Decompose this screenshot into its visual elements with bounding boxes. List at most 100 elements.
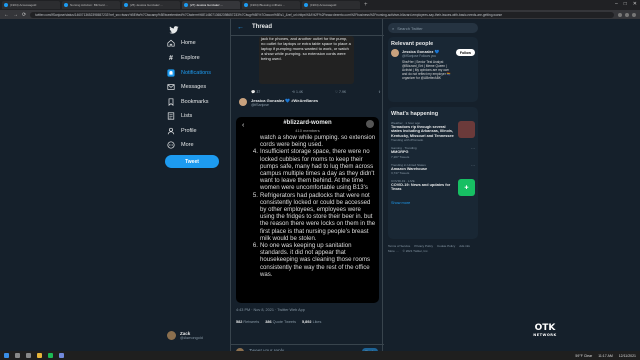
profile-avatar-icon[interactable] bbox=[632, 12, 636, 17]
thread-header: ← Thread bbox=[231, 19, 384, 36]
minimize-button[interactable]: – bbox=[615, 1, 618, 7]
home-icon bbox=[167, 39, 175, 47]
taskbar-app-icon[interactable] bbox=[37, 353, 42, 358]
nav-home-label: Home bbox=[181, 40, 196, 46]
account-switcher[interactable]: Zack @Asmongold bbox=[167, 331, 203, 340]
bookmark-icon bbox=[167, 98, 175, 106]
mail-icon bbox=[167, 83, 175, 91]
trend-item[interactable]: Trending in United States Amazon Warehou… bbox=[388, 161, 478, 177]
channel-members: 410 members bbox=[295, 128, 320, 133]
clock[interactable]: 11:17 AM bbox=[598, 354, 613, 358]
back-arrow-icon[interactable]: ← bbox=[237, 24, 244, 31]
trend-item[interactable]: COVID-19 · LIVE COVID-19: News and updat… bbox=[388, 177, 478, 198]
start-icon[interactable] bbox=[4, 353, 9, 358]
browser-tab[interactable]: (25) Jessica Gonzalez ... bbox=[122, 1, 180, 9]
nav-profile-label: Profile bbox=[181, 128, 197, 134]
favicon-icon bbox=[244, 3, 248, 7]
list-item: 5. Refrigerators had padlocks that were n… bbox=[252, 191, 376, 242]
url-input[interactable]: twitter.com/ifSanjose/status/14607136523… bbox=[30, 11, 614, 18]
browser-tab-strip: (1904) Accessagold Nursing Activism: Bli… bbox=[0, 0, 640, 10]
nav-messages[interactable]: Messages bbox=[167, 83, 206, 91]
extension-icon[interactable] bbox=[618, 12, 622, 17]
channel-title: #blizzard-women bbox=[283, 120, 332, 126]
search-input[interactable]: ⌕ Search Twitter bbox=[388, 23, 478, 33]
retweets-count[interactable]: 582 Retweets bbox=[236, 320, 259, 324]
nav-lists-label: Lists bbox=[181, 113, 193, 119]
footer-link[interactable]: Cookie Policy bbox=[437, 244, 455, 249]
channel-header: ‹ #blizzard-women 410 members bbox=[236, 117, 379, 133]
footer-links: Terms of Service Privacy Policy Cookie P… bbox=[388, 244, 478, 253]
extension-icon[interactable] bbox=[625, 12, 629, 17]
left-sidebar: Home # Explore Notifications Messages Bo… bbox=[165, 19, 225, 351]
twitter-logo-icon[interactable] bbox=[169, 25, 179, 35]
bell-icon bbox=[167, 69, 175, 77]
forward-button[interactable]: → bbox=[13, 12, 18, 18]
os-taskbar: 59°F Clear 11:17 AM 12/11/2021 bbox=[0, 351, 640, 360]
nav-more[interactable]: More bbox=[167, 141, 194, 149]
avatar bbox=[167, 331, 176, 340]
retweet-action[interactable]: ⟲ 1.4K bbox=[292, 90, 303, 94]
date[interactable]: 12/11/2021 bbox=[619, 354, 636, 358]
tweet-stats: 582 Retweets 386 Quote Tweets 5,892 Like… bbox=[236, 320, 321, 324]
browser-tab[interactable]: (1904) Blessing millbets ... bbox=[242, 1, 300, 9]
taskbar-app-icon[interactable] bbox=[59, 353, 64, 358]
footer-link[interactable]: More ··· bbox=[388, 249, 399, 254]
panel-title: What's happening bbox=[391, 111, 439, 117]
nav-profile[interactable]: Profile bbox=[167, 127, 197, 135]
taskbar-app-icon[interactable] bbox=[48, 353, 53, 358]
likes-count[interactable]: 5,892 Likes bbox=[302, 320, 321, 324]
tweet-timestamp[interactable]: 4:43 PM · Nov 8, 2021 · Twitter Web App bbox=[236, 308, 305, 312]
extensions-area bbox=[618, 12, 636, 17]
tweet-button[interactable]: Tweet bbox=[165, 155, 219, 168]
quote-tweets-count[interactable]: 386 Quote Tweets bbox=[265, 320, 296, 324]
new-tab-button[interactable]: + bbox=[364, 2, 368, 8]
relevant-person[interactable]: Jessica Gonzalez 💙 @ifSanjose Follows yo… bbox=[388, 49, 478, 80]
otk-network-logo: OTK NETWORK bbox=[533, 323, 557, 338]
follow-button[interactable]: Follow bbox=[455, 49, 475, 56]
trend-item[interactable]: Weather · 1 hour ago Tornadoes rip throu… bbox=[388, 119, 478, 144]
show-more-link[interactable]: Show more bbox=[388, 198, 478, 208]
reply-action[interactable]: 💬 37 bbox=[251, 90, 260, 94]
browser-tab[interactable]: Nursing Activism: Blizzard ... bbox=[62, 1, 120, 9]
weather-status[interactable]: 59°F Clear bbox=[575, 354, 592, 358]
avatar bbox=[239, 98, 247, 106]
maximize-button[interactable]: □ bbox=[624, 1, 627, 7]
favicon-icon bbox=[4, 3, 8, 7]
person-handle: @ifSanjose bbox=[402, 54, 419, 58]
profile-icon bbox=[167, 127, 175, 135]
reload-button[interactable]: ⟳ bbox=[22, 12, 26, 18]
author-handle: @ifSanjose bbox=[251, 103, 269, 107]
more-options-icon[interactable]: ··· bbox=[471, 163, 475, 175]
taskbar-app-icon[interactable] bbox=[15, 353, 20, 358]
favicon-icon bbox=[304, 3, 308, 7]
person-bio: She/Her | Senior Test Analyst @Blizzard_… bbox=[402, 60, 451, 80]
relevant-people-panel: Relevant people Jessica Gonzalez 💙 @ifSa… bbox=[388, 37, 478, 102]
close-window-button[interactable]: ✕ bbox=[633, 1, 637, 7]
favicon-icon bbox=[64, 3, 68, 7]
nav-explore[interactable]: # Explore bbox=[167, 54, 200, 62]
footer-link[interactable]: Ads info bbox=[459, 244, 470, 249]
trend-item[interactable]: Gaming · Trending MMORPG 7,207 Tweets ··… bbox=[388, 144, 478, 160]
more-options-icon[interactable]: ··· bbox=[471, 146, 475, 158]
share-icon[interactable]: ⇪ bbox=[378, 90, 381, 94]
page-title: Thread bbox=[252, 24, 273, 30]
browser-tab[interactable]: (1904) Accessagold bbox=[2, 1, 60, 9]
nav-lists[interactable]: Lists bbox=[167, 112, 192, 120]
twitter-page: Home # Explore Notifications Messages Bo… bbox=[0, 19, 640, 356]
taskbar-app-icon[interactable] bbox=[26, 353, 31, 358]
nav-notifications[interactable]: Notifications bbox=[167, 69, 211, 77]
nav-notifications-label: Notifications bbox=[181, 70, 211, 76]
tweet-author[interactable]: Jessica Gonzalez 💙 #WeAreBanes @ifSanjos… bbox=[239, 98, 318, 107]
more-icon bbox=[167, 141, 175, 149]
back-button[interactable]: ← bbox=[4, 12, 9, 18]
list-icon bbox=[167, 112, 175, 120]
nav-more-label: More bbox=[181, 142, 194, 148]
message-list: watch a show while pumping. so extension… bbox=[248, 134, 376, 278]
discord-screenshot-image[interactable]: ‹ #blizzard-women 410 members watch a sh… bbox=[236, 117, 379, 303]
browser-tab[interactable]: (1904) Accessagold bbox=[302, 1, 360, 9]
nav-bookmarks[interactable]: Bookmarks bbox=[167, 98, 209, 106]
favicon-icon bbox=[124, 3, 128, 7]
browser-tab-active[interactable]: (27) Jessica Gonzalez ... bbox=[182, 1, 240, 9]
nav-home[interactable]: Home bbox=[167, 39, 196, 47]
like-action[interactable]: ♡ 7.9K bbox=[335, 90, 346, 94]
